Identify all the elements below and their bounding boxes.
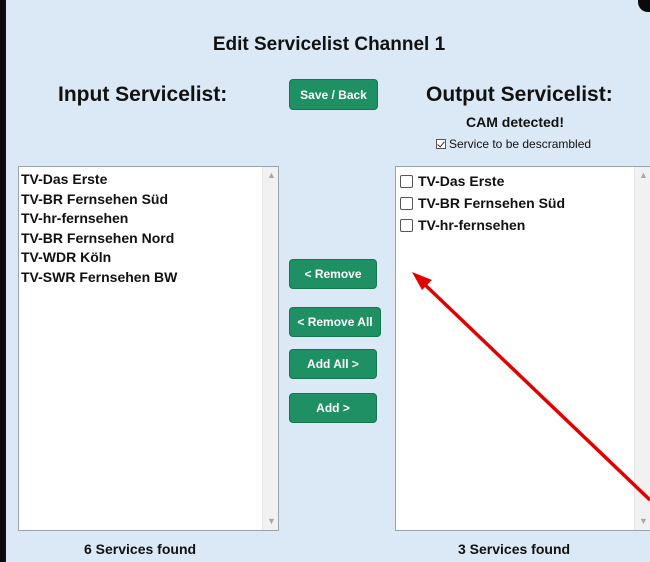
output-servicelist-header: Output Servicelist: [426,83,613,106]
save-back-button[interactable]: Save / Back [289,79,378,110]
input-service-list[interactable]: TV-Das Erste TV-BR Fernsehen Süd TV-hr-fer… [18,166,279,531]
service-checkbox[interactable] [400,218,413,232]
descramble-label: Service to be descrambled [449,137,592,151]
descramble-option[interactable]: Service to be descrambled [436,137,591,151]
output-list-item[interactable]: TV-BR Fernsehen Süd [396,192,634,214]
service-checkbox[interactable] [400,196,413,210]
remove-all-button[interactable]: < Remove All [289,307,381,337]
window-corner [638,0,650,12]
input-list-item[interactable]: TV-Das Erste [19,170,262,190]
input-servicelist-header: Input Servicelist: [58,83,228,106]
descramble-checkbox[interactable] [436,139,446,149]
output-list-item[interactable]: TV-Das Erste [396,170,634,192]
input-service-count: 6 Services found [84,541,197,557]
edit-servicelist-dialog: Edit Servicelist Channel 1 Input Service… [4,0,650,562]
scroll-down-icon[interactable]: ▼ [639,517,648,526]
scroll-up-icon[interactable]: ▲ [267,171,276,180]
output-list-items: TV-Das Erste TV-BR Fernsehen Süd TV-hr-fer… [396,167,634,530]
add-button[interactable]: Add > [289,393,377,423]
scroll-up-icon[interactable]: ▲ [639,171,648,180]
output-list-item[interactable]: TV-hr-fernsehen [396,214,634,236]
input-list-item[interactable]: TV-hr-fernsehen [19,209,262,229]
input-list-item[interactable]: TV-SWR Fernsehen BW [19,268,262,288]
dialog-title: Edit Servicelist Channel 1 [212,34,446,55]
add-all-button[interactable]: Add All > [289,349,377,379]
cam-status: CAM detected! [466,114,565,130]
output-service-count: 3 Services found [458,541,571,557]
input-list-item[interactable]: TV-BR Fernsehen Nord [19,229,262,249]
input-list-item[interactable]: TV-WDR Köln [19,248,262,268]
output-service-list[interactable]: TV-Das Erste TV-BR Fernsehen Süd TV-hr-fer… [395,166,650,531]
output-list-scrollbar[interactable]: ▲ ▼ [634,167,650,530]
input-list-scrollbar[interactable]: ▲ ▼ [262,167,278,530]
scroll-down-icon[interactable]: ▼ [267,517,276,526]
service-checkbox[interactable] [400,174,413,188]
input-list-item[interactable]: TV-BR Fernsehen Süd [19,190,262,210]
output-item-label: TV-hr-fernsehen [418,217,526,233]
output-item-label: TV-BR Fernsehen Süd [418,195,566,211]
output-item-label: TV-Das Erste [418,173,505,189]
input-list-items: TV-Das Erste TV-BR Fernsehen Süd TV-hr-fer… [19,167,262,530]
remove-button[interactable]: < Remove [289,259,377,289]
